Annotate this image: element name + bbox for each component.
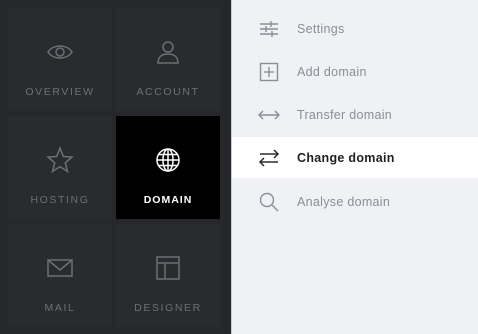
menu-item-settings-label: Settings bbox=[297, 21, 345, 36]
star-icon bbox=[46, 146, 74, 174]
menu-item-transfer-domain-label: Transfer domain bbox=[297, 107, 393, 122]
menu-item-transfer-domain[interactable]: Transfer domain bbox=[232, 94, 478, 135]
tile-account[interactable]: ACCOUNT bbox=[116, 8, 220, 111]
tile-account-label: ACCOUNT bbox=[136, 86, 200, 98]
tile-hosting-label: HOSTING bbox=[30, 194, 90, 206]
eye-icon bbox=[47, 45, 73, 59]
tile-designer-label: DESIGNER bbox=[134, 302, 202, 314]
plus-square-icon bbox=[259, 62, 279, 81]
envelope-icon bbox=[47, 259, 73, 277]
category-grid: OVERVIEW ACCOUNT HOSTING DOMAIN MAIL DES… bbox=[0, 0, 232, 334]
menu-item-add-domain[interactable]: Add domain bbox=[232, 51, 478, 92]
menu-item-add-domain-label: Add domain bbox=[297, 64, 367, 79]
sliders-icon bbox=[260, 20, 278, 37]
tile-domain[interactable]: DOMAIN bbox=[116, 116, 220, 219]
user-icon bbox=[157, 41, 179, 64]
swap-icon bbox=[258, 148, 280, 167]
menu-item-analyse-domain[interactable]: Analyse domain bbox=[232, 181, 478, 222]
tile-mail[interactable]: MAIL bbox=[8, 224, 112, 327]
tile-overview-label: OVERVIEW bbox=[25, 86, 95, 98]
tile-domain-label: DOMAIN bbox=[143, 194, 193, 206]
menu-item-analyse-domain-label: Analyse domain bbox=[297, 194, 391, 209]
search-icon bbox=[259, 192, 279, 211]
tile-overview[interactable]: OVERVIEW bbox=[8, 8, 112, 111]
domain-submenu: Settings Add domain Transfer domain Chan… bbox=[232, 0, 478, 334]
menu-item-settings[interactable]: Settings bbox=[232, 8, 478, 49]
menu-item-change-domain[interactable]: Change domain bbox=[232, 137, 478, 178]
layout-icon bbox=[156, 256, 180, 280]
tile-mail-label: MAIL bbox=[44, 302, 76, 314]
tile-designer[interactable]: DESIGNER bbox=[116, 224, 220, 327]
menu-item-change-domain-label: Change domain bbox=[297, 150, 395, 165]
double-arrow-icon bbox=[258, 110, 280, 119]
tile-hosting[interactable]: HOSTING bbox=[8, 116, 112, 219]
globe-icon bbox=[156, 148, 180, 172]
